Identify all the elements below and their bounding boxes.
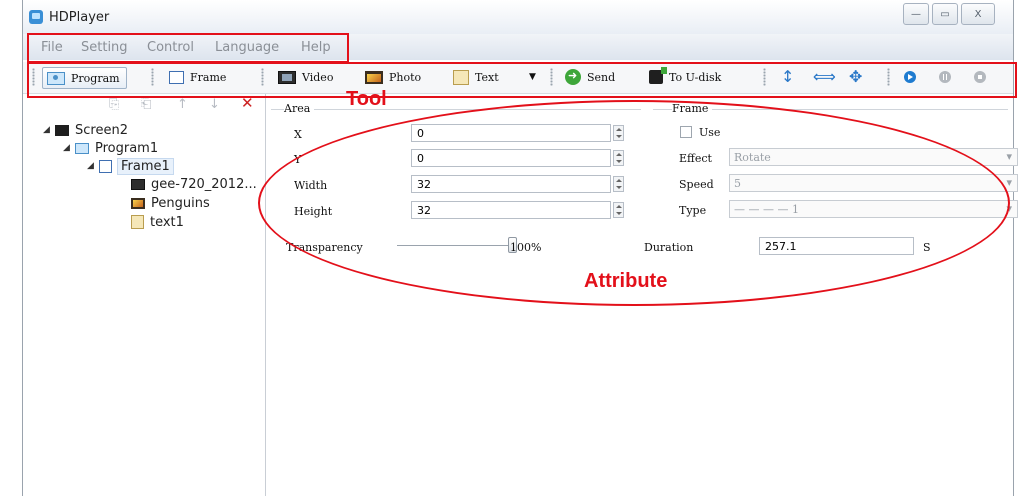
collapse-arrow-icon[interactable]: ◢ [87, 161, 99, 171]
move-up-icon[interactable]: ↑ [177, 97, 188, 112]
tree-node-label: gee-720_2012... [151, 176, 257, 192]
program-tree-panel: ⎘ ⎗ ↑ ↓ ✕ ◢ Screen2 ◢ Program1 ◢ Frame1 … [23, 94, 266, 496]
attribute-annotation: Attribute [584, 270, 668, 292]
tree-node-label: Program1 [95, 140, 159, 156]
tree-node-screen[interactable]: ◢ Screen2 [43, 121, 128, 139]
photo-icon [131, 197, 145, 209]
screen-icon [55, 124, 69, 136]
text-icon [131, 215, 144, 229]
tree-node-frame[interactable]: ◢ Frame1 [87, 157, 174, 175]
program-icon [75, 142, 89, 154]
area-group-title: Area [284, 102, 315, 115]
tree-node-program[interactable]: ◢ Program1 [63, 139, 158, 157]
collapse-arrow-icon[interactable]: ◢ [63, 143, 75, 153]
paste-icon[interactable]: ⎗ [141, 97, 151, 112]
tree-node-text[interactable]: text1 [131, 213, 184, 231]
title-bar: HDPlayer — ▭ X [23, 0, 1013, 34]
hdplayer-app-icon [29, 10, 43, 24]
maximize-button[interactable]: ▭ [932, 3, 958, 25]
x-label: X [294, 128, 302, 141]
frame-icon [99, 159, 112, 173]
minimize-button[interactable]: — [903, 3, 929, 25]
tree-node-label: Penguins [151, 195, 210, 211]
tree-node-label: text1 [150, 214, 184, 230]
window-title: HDPlayer [49, 10, 110, 25]
tool-annotation: Tool [346, 88, 387, 110]
window-controls: — ▭ X [900, 3, 995, 25]
move-down-icon[interactable]: ↓ [209, 97, 220, 112]
tree-node-label: Screen2 [75, 122, 128, 138]
menu-highlight-box [27, 33, 349, 63]
close-button[interactable]: X [961, 3, 995, 25]
tree-node-label: Frame1 [117, 157, 174, 175]
video-icon [131, 178, 145, 190]
toolbar-highlight-box [27, 62, 1017, 98]
copy-icon[interactable]: ⎘ [109, 97, 119, 112]
tree-node-video[interactable]: gee-720_2012... [131, 175, 257, 193]
collapse-arrow-icon[interactable]: ◢ [43, 125, 55, 135]
tree-node-photo[interactable]: Penguins [131, 194, 210, 212]
